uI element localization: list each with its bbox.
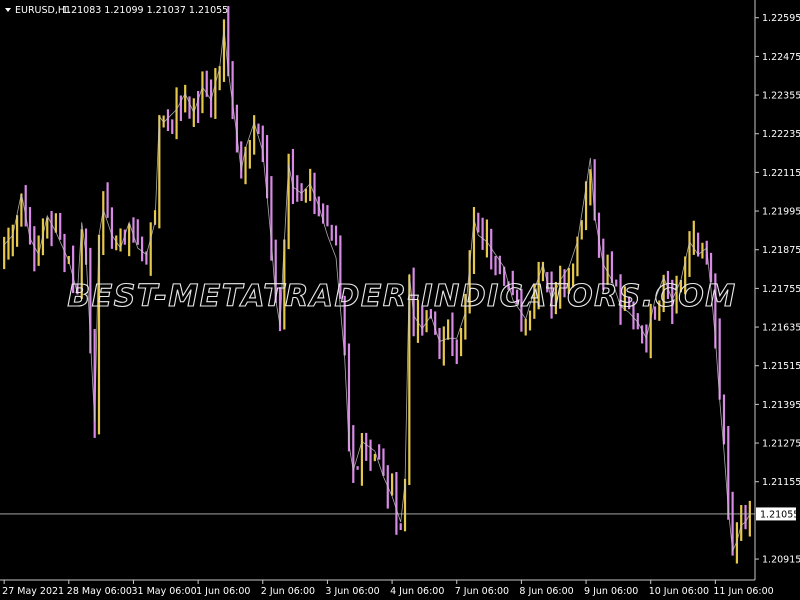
current-price-tag: 1.21055 xyxy=(756,507,799,521)
x-tick-label: 31 May 06:00 xyxy=(131,586,196,597)
y-tick-label: 1.21995 xyxy=(762,207,800,218)
y-tick-label: 1.21755 xyxy=(762,284,800,295)
x-tick-label: 8 Jun 06:00 xyxy=(519,586,573,597)
ohlc-values: 1.21083 1.21099 1.21037 1.21055 xyxy=(62,5,228,16)
watermark-text: BEST-METATRADER-INDICATORS.COM xyxy=(67,279,736,314)
y-tick-label: 1.22355 xyxy=(762,91,800,102)
x-tick-label: 11 Jun 06:00 xyxy=(713,586,773,597)
x-tick-label: 3 Jun 06:00 xyxy=(325,586,379,597)
y-tick-label: 1.22115 xyxy=(762,168,800,179)
price-axis-labels: 1.22595 1.22475 1.22355 1.22235 1.22115 1.219… xyxy=(755,13,800,566)
x-tick-label: 7 Jun 06:00 xyxy=(455,586,509,597)
y-tick-label: 1.20915 xyxy=(762,555,800,566)
y-tick-label: 1.22595 xyxy=(762,13,800,24)
y-tick-label: 1.21515 xyxy=(762,361,800,372)
y-tick-label: 1.21635 xyxy=(762,323,800,334)
y-tick-label: 1.21155 xyxy=(762,477,800,488)
x-tick-label: 10 Jun 06:00 xyxy=(649,586,709,597)
y-tick-label: 1.22475 xyxy=(762,52,800,63)
x-tick-label: 28 May 06:00 xyxy=(67,586,132,597)
y-tick-label: 1.22235 xyxy=(762,129,800,140)
x-tick-label: 2 Jun 06:00 xyxy=(261,586,315,597)
current-price-value: 1.21055 xyxy=(760,509,799,520)
chart-header: EURUSD,H1 1.21083 1.21099 1.21037 1.2105… xyxy=(5,5,228,16)
x-tick-label: 27 May 2021 xyxy=(2,586,64,597)
x-tick-label: 1 Jun 06:00 xyxy=(196,586,250,597)
price-chart: BEST-METATRADER-INDICATORS.COM EURUSD,H1… xyxy=(0,0,800,600)
x-tick-label: 4 Jun 06:00 xyxy=(390,586,444,597)
x-tick-label: 9 Jun 06:00 xyxy=(584,586,638,597)
watermark: BEST-METATRADER-INDICATORS.COM xyxy=(67,278,736,314)
y-tick-label: 1.21875 xyxy=(762,245,800,256)
y-tick-label: 1.21395 xyxy=(762,400,800,411)
y-tick-label: 1.21275 xyxy=(762,439,800,450)
